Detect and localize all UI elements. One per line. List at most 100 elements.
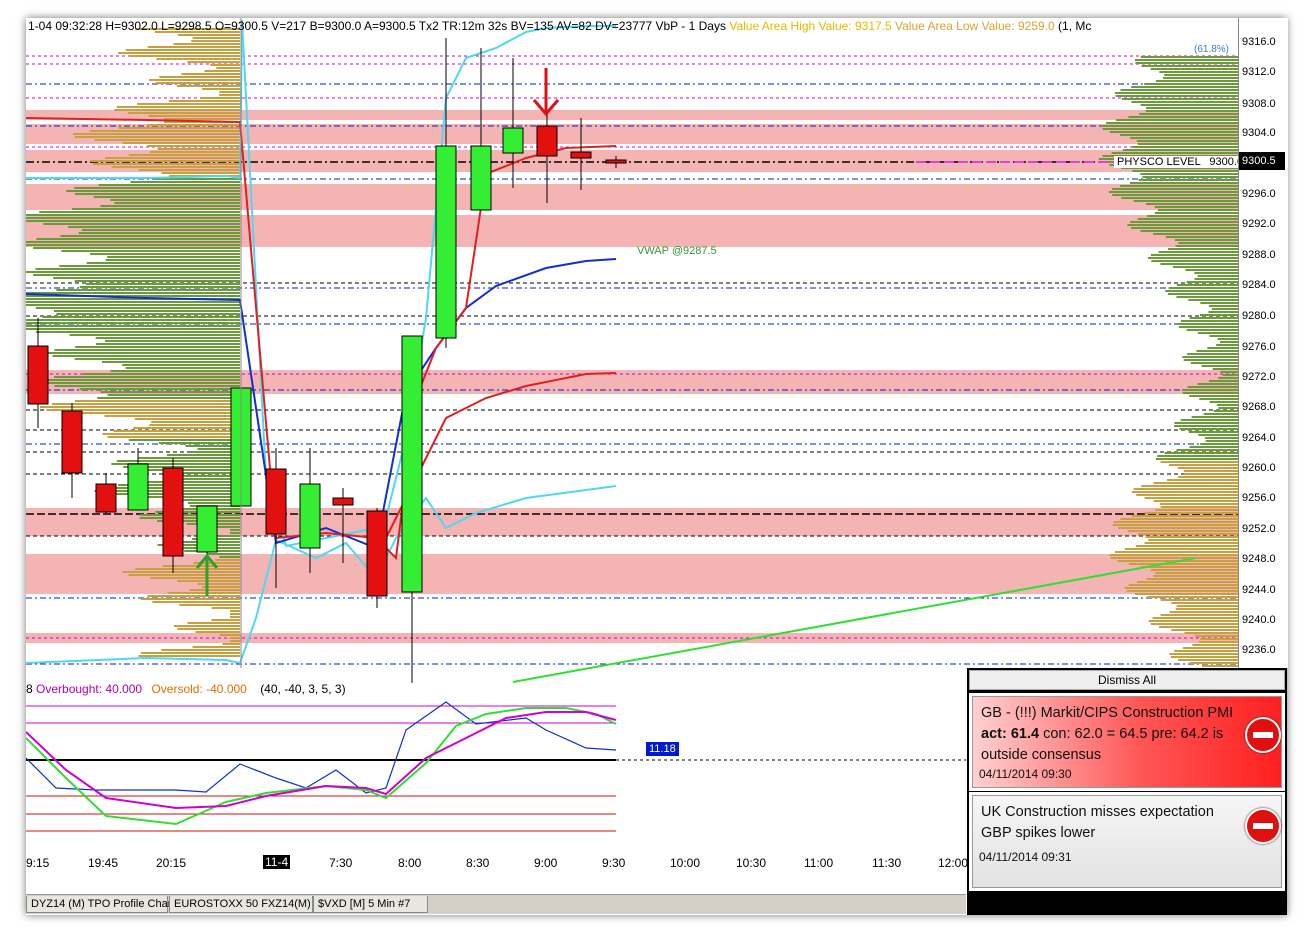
profile-bar: [1144, 497, 1238, 499]
profile-bar: [95, 343, 240, 345]
profile-bar: [161, 172, 240, 174]
profile-bar: [219, 94, 240, 96]
profile-bar: [1199, 314, 1238, 316]
profile-bar: [90, 253, 240, 255]
profile-bar: [1145, 203, 1238, 205]
profile-bar: [1160, 599, 1238, 601]
profile-bar: [1200, 638, 1238, 640]
profile-bar: [139, 514, 240, 516]
profile-bar: [1153, 482, 1238, 484]
candle-body: [435, 145, 457, 339]
profile-bar: [1176, 449, 1238, 451]
current-price-marker: 9300.5: [1239, 152, 1285, 170]
profile-bar: [1102, 128, 1238, 130]
profile-bar: [33, 247, 241, 249]
profile-bar: [26, 322, 240, 324]
profile-bar: [59, 265, 240, 267]
candle-body: [605, 159, 627, 164]
profile-bar: [26, 244, 240, 246]
profile-bar: [230, 613, 240, 615]
profile-bar: [1222, 374, 1238, 376]
profile-bar: [187, 622, 240, 624]
profile-bar: [1160, 263, 1238, 265]
profile-bar: [1185, 269, 1238, 271]
profile-bar: [1152, 617, 1238, 619]
no-entry-icon[interactable]: [1245, 808, 1281, 844]
price-tick-label: 9272.0: [1242, 371, 1276, 383]
oscillator-pane: [26, 701, 966, 832]
profile-bar: [138, 496, 240, 498]
profile-bar: [52, 355, 241, 357]
alert-item[interactable]: GB - (!!!) Markit/CIPS Construction PMI …: [972, 696, 1282, 788]
tab-tpo-profile[interactable]: DYZ14 (M) TPO Profile Chart: [26, 896, 174, 913]
profile-bar: [1213, 410, 1238, 412]
no-entry-icon[interactable]: [1245, 717, 1281, 753]
profile-bar: [140, 652, 240, 654]
alert-card[interactable]: UK Construction misses expectation GBP s…: [969, 792, 1285, 891]
profile-bar: [107, 256, 240, 258]
profile-bar: [26, 319, 240, 321]
candle-body: [332, 497, 354, 506]
time-tick-label: 9:15: [26, 856, 50, 870]
tab-eurostoxx[interactable]: EUROSTOXX 50 FXZ14(M): [169, 896, 313, 913]
profile-bar: [1120, 134, 1238, 136]
profile-bar: [219, 535, 240, 537]
dismiss-all-button[interactable]: Dismiss All: [969, 670, 1285, 690]
profile-bar: [1140, 104, 1238, 106]
profile-bar: [147, 145, 240, 147]
profile-bar: [102, 361, 240, 363]
profile-bar: [1176, 605, 1238, 607]
profile-bar: [211, 607, 240, 609]
profile-bar: [1128, 116, 1238, 118]
profile-bar: [192, 646, 240, 648]
profile-bar: [192, 37, 240, 39]
profile-bar: [217, 526, 240, 528]
profile-bar: [1129, 182, 1238, 184]
profile-bar: [1209, 401, 1238, 403]
profile-bar: [1131, 86, 1238, 88]
profile-bar: [94, 139, 240, 141]
profile-bar: [71, 208, 240, 210]
profile-bar: [202, 88, 240, 90]
price-tick-label: 9252.0: [1242, 523, 1276, 535]
profile-bar: [90, 160, 240, 162]
profile-bar: [230, 610, 240, 612]
profile-bar: [1120, 89, 1238, 91]
profile-bar: [1192, 644, 1238, 646]
profile-bar: [214, 559, 240, 561]
profile-bar: [36, 238, 240, 240]
profile-bar: [54, 349, 241, 351]
oscillator-value-badge: 11.18: [646, 742, 679, 756]
profile-bar: [219, 556, 240, 558]
alert-card[interactable]: GB - (!!!) Markit/CIPS Construction PMI …: [969, 693, 1285, 791]
candle-body: [162, 467, 184, 557]
profile-bar: [122, 142, 240, 144]
profile-bar: [1187, 353, 1238, 355]
profile-bar: [1158, 626, 1238, 628]
profile-bar: [1126, 590, 1238, 592]
profile-bar: [1144, 542, 1238, 544]
profile-bar: [61, 250, 241, 252]
profile-bar: [73, 133, 240, 135]
profile-bar: [92, 163, 240, 165]
profile-bar: [118, 127, 240, 129]
profile-bar: [1170, 656, 1238, 658]
profile-bar: [130, 181, 240, 183]
profile-bar: [1151, 260, 1238, 262]
alert-item[interactable]: UK Construction misses expectation GBP s…: [972, 795, 1282, 888]
price-tick-label: 9316.0: [1242, 36, 1276, 48]
profile-bar: [1137, 218, 1238, 220]
profile-bar: [1108, 191, 1238, 193]
profile-bar: [230, 640, 240, 642]
time-axis[interactable]: 9:15 19:45 20:15 11-4 7:30 8:00 8:30 9:00 9:30 10…: [26, 848, 968, 874]
tab-vxd[interactable]: $VXD [M] 5 Min #7: [313, 896, 428, 913]
price-axis[interactable]: 9316.0 9312.0 9308.0 9304.0 9296.0 9292.0 9288…: [1238, 18, 1288, 668]
alert-time: 04/11/2014 09:31: [979, 850, 1072, 864]
profile-bar: [1216, 404, 1238, 406]
profile-bar: [1135, 545, 1238, 547]
profile-bar: [1182, 392, 1238, 394]
time-tick-label: 8:30: [466, 856, 490, 870]
profile-bar: [1150, 569, 1238, 571]
profile-bar: [26, 214, 240, 216]
candle-body: [401, 335, 423, 593]
